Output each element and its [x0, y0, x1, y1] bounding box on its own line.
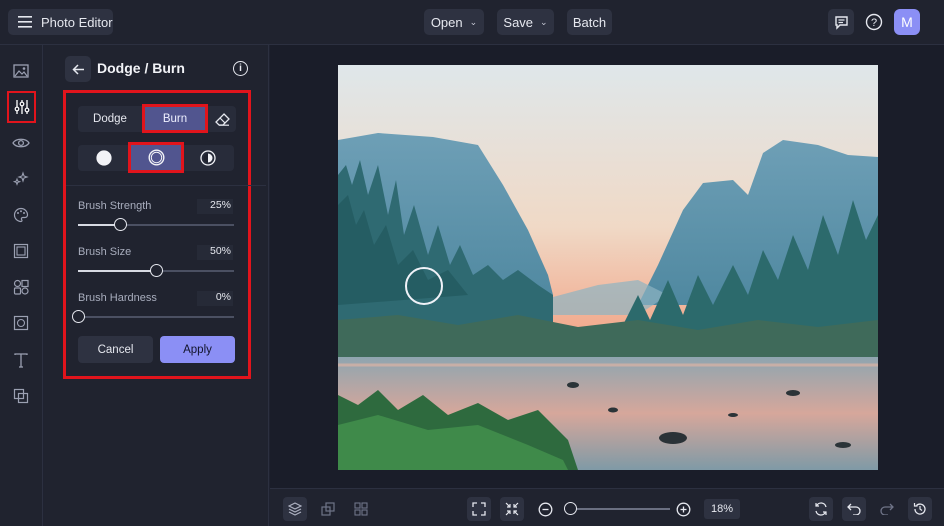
- chat-bubble-icon: [834, 15, 848, 30]
- save-button[interactable]: Save ⌄: [497, 9, 554, 35]
- brush-size-fill: [78, 270, 156, 272]
- eraser-icon: [214, 112, 230, 126]
- chevron-down-icon: ⌄: [540, 16, 548, 27]
- brush-size-handle[interactable]: [150, 264, 163, 277]
- avatar[interactable]: M: [894, 9, 920, 35]
- burn-mode-button[interactable]: Burn: [142, 104, 208, 133]
- hamburger-icon: [18, 16, 32, 28]
- brush-size-value[interactable]: 50%: [197, 245, 233, 260]
- history-icon[interactable]: [908, 497, 932, 521]
- photo-editor-app: Photo Editor Open ⌄ Save ⌄ Batch ? M Dod…: [0, 0, 944, 526]
- frame-icon[interactable]: [8, 238, 34, 264]
- image-icon[interactable]: [8, 58, 34, 84]
- redo-icon[interactable]: [875, 497, 899, 521]
- brush-strength-value[interactable]: 25%: [197, 199, 233, 214]
- feedback-button[interactable]: [828, 9, 854, 35]
- shadows-tone-button[interactable]: [78, 145, 130, 171]
- dodge-label: Dodge: [93, 113, 127, 125]
- burn-selected: Burn: [142, 104, 208, 133]
- apply-button[interactable]: Apply: [160, 336, 235, 363]
- app-title: Photo Editor: [41, 14, 113, 30]
- batch-label: Batch: [572, 14, 607, 30]
- zoom-slider[interactable]: [564, 508, 670, 510]
- arrow-left-icon: [71, 63, 84, 75]
- refresh-icon[interactable]: [809, 497, 833, 521]
- brush-hardness-handle[interactable]: [72, 310, 85, 323]
- zoom-out-icon[interactable]: [533, 497, 557, 521]
- sparkle-effects-icon[interactable]: [8, 166, 34, 192]
- dodge-burn-panel: Dodge / Burn i Dodge Burn Brush Strength…: [44, 45, 269, 526]
- palette-icon[interactable]: [8, 202, 34, 228]
- tool-rail: [0, 45, 43, 526]
- brush-hardness-slider[interactable]: [72, 310, 234, 323]
- save-label: Save: [503, 14, 534, 30]
- cancel-label: Cancel: [97, 343, 134, 356]
- canvas-area: [270, 45, 944, 488]
- brush-strength-slider[interactable]: [78, 218, 234, 231]
- brush-size-label: Brush Size: [78, 246, 132, 258]
- panel-title: Dodge / Burn: [97, 60, 185, 76]
- compare-icon[interactable]: [316, 497, 340, 521]
- help-circle-icon: ?: [865, 13, 883, 31]
- apply-label: Apply: [183, 343, 212, 356]
- brush-size-slider[interactable]: [78, 264, 234, 277]
- midtones-tone-icon: [147, 149, 165, 166]
- svg-text:?: ?: [871, 17, 877, 29]
- open-label: Open: [430, 14, 463, 30]
- back-button[interactable]: [65, 56, 91, 82]
- grid-icon[interactable]: [349, 497, 373, 521]
- texture-icon[interactable]: [8, 310, 34, 336]
- brush-hardness-value[interactable]: 0%: [197, 291, 233, 306]
- shapes-icon[interactable]: [8, 274, 34, 300]
- highlights-tone-button[interactable]: [182, 145, 234, 171]
- eraser-button[interactable]: [208, 106, 236, 132]
- undo-icon[interactable]: [842, 497, 866, 521]
- overlay-icon[interactable]: [8, 383, 34, 409]
- dodge-mode-button[interactable]: Dodge: [78, 106, 142, 132]
- fit-screen-icon[interactable]: [467, 497, 491, 521]
- midtones-tone-button[interactable]: [128, 142, 184, 173]
- menu-button[interactable]: Photo Editor: [8, 9, 113, 35]
- tone-range-control: [78, 142, 234, 173]
- zoom-in-icon[interactable]: [671, 497, 695, 521]
- batch-button[interactable]: Batch: [567, 9, 612, 35]
- brush-hardness-label: Brush Hardness: [78, 292, 157, 304]
- eye-icon[interactable]: [8, 130, 34, 156]
- actual-size-icon[interactable]: [500, 497, 524, 521]
- cancel-button[interactable]: Cancel: [78, 336, 153, 363]
- photo-canvas[interactable]: [338, 65, 878, 470]
- bottom-toolbar: 18%: [270, 488, 944, 526]
- highlights-tone-icon: [200, 150, 216, 166]
- divider: [66, 185, 266, 186]
- burn-label: Burn: [162, 112, 188, 125]
- shadows-tone-icon: [96, 150, 112, 166]
- chevron-down-icon: ⌄: [469, 16, 478, 27]
- brush-cursor: [405, 267, 443, 305]
- mode-segmented-control: Dodge Burn: [78, 104, 236, 133]
- help-button[interactable]: ?: [861, 9, 887, 35]
- top-bar: Photo Editor Open ⌄ Save ⌄ Batch ? M: [0, 0, 944, 45]
- open-button[interactable]: Open ⌄: [424, 9, 484, 35]
- brush-strength-label: Brush Strength: [78, 200, 152, 212]
- zoom-slider-handle[interactable]: [564, 502, 577, 515]
- layers-icon[interactable]: [283, 497, 307, 521]
- info-icon[interactable]: i: [233, 61, 248, 76]
- adjust-sliders-icon[interactable]: [7, 91, 36, 123]
- text-icon[interactable]: [8, 347, 34, 373]
- zoom-level[interactable]: 18%: [704, 499, 740, 519]
